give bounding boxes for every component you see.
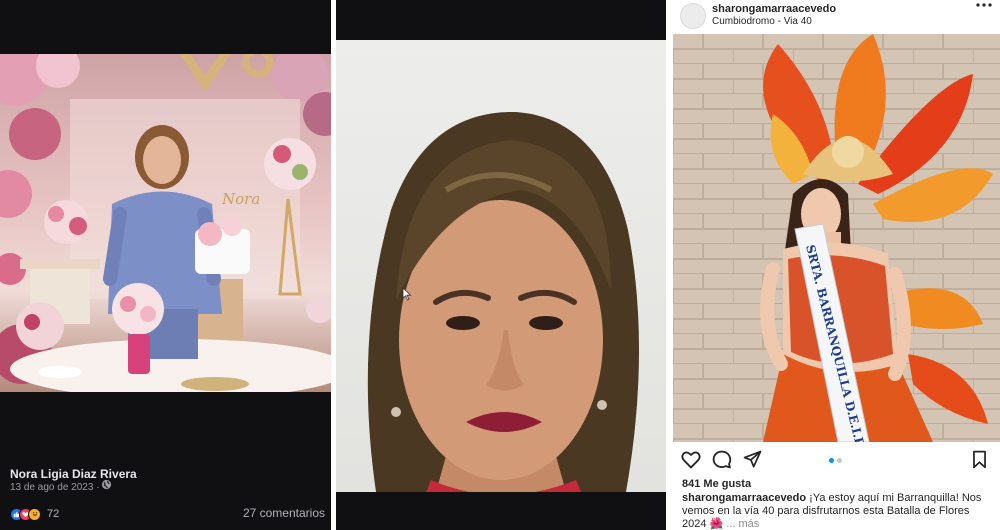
portrait-panel xyxy=(336,0,666,530)
avatar[interactable] xyxy=(680,3,706,29)
carnival-photo[interactable]: SRTA. BARRANQUILLA D.E.I.P. xyxy=(673,34,1000,442)
reactions-summary[interactable]: 72 xyxy=(10,507,59,521)
mouse-pointer-icon xyxy=(402,287,412,301)
more-options-icon[interactable] xyxy=(976,2,992,8)
post-location[interactable]: Cumbiodromo - Via 40 xyxy=(712,16,812,27)
carousel-dot xyxy=(829,458,834,463)
globe-icon xyxy=(101,479,112,490)
facebook-post-panel: Nora Nora Ligia Diaz Rivera 13 de ago de… xyxy=(0,0,331,530)
comments-count-link[interactable]: 27 comentarios xyxy=(243,506,325,520)
comment-icon[interactable] xyxy=(712,450,732,469)
post-author-name[interactable]: Nora Ligia Diaz Rivera xyxy=(10,467,137,481)
carousel-indicator xyxy=(829,458,842,463)
party-photo[interactable]: Nora xyxy=(0,54,331,392)
post-date[interactable]: 13 de ago de 2023 · xyxy=(10,482,100,493)
carousel-dot xyxy=(837,458,842,463)
post-username[interactable]: sharongamarraacevedo xyxy=(712,3,836,15)
haha-icon xyxy=(28,507,41,521)
caption-username[interactable]: sharongamarraacevedo xyxy=(682,492,806,504)
date-separator: · xyxy=(96,482,100,493)
portrait-photo[interactable] xyxy=(336,40,666,492)
party-sign-text: Nora xyxy=(221,190,260,208)
heart-icon[interactable] xyxy=(681,450,701,469)
caption-more-link[interactable]: ... más xyxy=(726,518,759,530)
bookmark-icon[interactable] xyxy=(971,450,988,469)
reaction-count[interactable]: 72 xyxy=(47,508,59,520)
share-icon[interactable] xyxy=(743,450,762,469)
post-date-text[interactable]: 13 de ago de 2023 xyxy=(10,482,93,493)
instagram-post-panel: sharongamarraacevedo Cumbiodromo - Via 4… xyxy=(670,0,1000,530)
likes-count[interactable]: 841 Me gusta xyxy=(682,478,751,490)
post-caption: sharongamarraacevedo ¡Ya estoy aquí mi B… xyxy=(682,492,994,530)
